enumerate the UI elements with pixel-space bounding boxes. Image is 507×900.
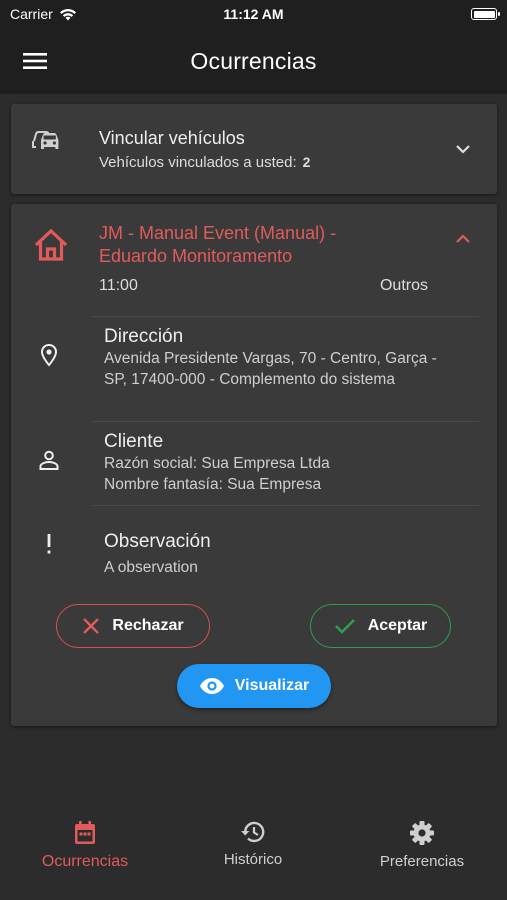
event-time: 11:00 <box>99 277 138 294</box>
client-line-1: Razón social: Sua Empresa Ltda <box>104 455 330 472</box>
home-icon <box>34 228 68 261</box>
check-icon <box>334 619 355 634</box>
reject-button[interactable]: Rechazar <box>56 604 210 648</box>
vehicles-card[interactable]: Vincular vehículos Vehículos vinculados … <box>11 104 497 194</box>
address-text: Avenida Presidente Vargas, 70 - Centro, … <box>104 350 437 388</box>
divider <box>92 421 479 422</box>
accept-button[interactable]: Aceptar <box>310 604 451 648</box>
divider <box>92 505 479 506</box>
nav-item-ocurrencias[interactable]: Ocurrencias <box>10 820 160 871</box>
location-pin-icon <box>40 343 58 367</box>
person-icon <box>39 450 59 470</box>
nav-label-historico: Histórico <box>223 851 283 868</box>
calendar-icon <box>75 821 95 844</box>
view-label: Visualizar <box>234 677 310 694</box>
event-card: JM - Manual Event (Manual) - Eduardo Mon… <box>11 204 497 726</box>
client-line-2: Nombre fantasía: Sua Empresa <box>104 476 322 493</box>
nav-item-historico[interactable]: Histórico <box>178 820 328 868</box>
carrier-label: Carrier <box>10 6 53 22</box>
divider <box>92 316 479 317</box>
observation-title: Observación <box>104 531 211 552</box>
cars-icon <box>32 131 59 149</box>
app-bar: Ocurrencias <box>0 28 507 94</box>
bottom-nav: Ocurrencias Histórico Preferencias <box>0 808 507 900</box>
chevron-up-icon[interactable] <box>453 229 473 249</box>
exclamation-icon <box>47 534 51 554</box>
vehicles-subtitle: Vehículos vinculados a usted: 2 <box>99 154 310 171</box>
client-title: Cliente <box>104 431 164 452</box>
accept-label: Aceptar <box>367 617 428 634</box>
close-icon <box>83 618 100 634</box>
eye-icon <box>199 678 224 694</box>
page-title: Ocurrencias <box>190 47 317 74</box>
view-button[interactable]: Visualizar <box>177 664 331 708</box>
observation-text: A observation <box>104 559 198 576</box>
event-category: Outros <box>379 277 428 294</box>
status-bar: Carrier 11:12 AM <box>0 0 507 28</box>
nav-item-preferencias[interactable]: Preferencias <box>347 820 497 870</box>
battery-icon <box>471 8 500 20</box>
menu-icon[interactable] <box>22 50 48 72</box>
gear-icon <box>410 821 434 845</box>
vehicles-title: Vincular vehículos <box>99 128 245 148</box>
address-title: Dirección <box>104 326 184 347</box>
vehicles-subtitle-label: Vehículos vinculados a usted: <box>99 154 297 171</box>
nav-label-ocurrencias: Ocurrencias <box>41 853 129 870</box>
reject-label: Rechazar <box>112 617 184 634</box>
nav-label-preferencias: Preferencias <box>379 853 465 870</box>
chevron-down-icon[interactable] <box>453 139 473 159</box>
history-icon <box>241 821 265 843</box>
wifi-icon <box>59 8 76 20</box>
status-left: Carrier <box>10 6 77 22</box>
event-title: JM - Manual Event (Manual) - Eduardo Mon… <box>99 223 337 266</box>
vehicles-count: 2 <box>302 154 311 170</box>
